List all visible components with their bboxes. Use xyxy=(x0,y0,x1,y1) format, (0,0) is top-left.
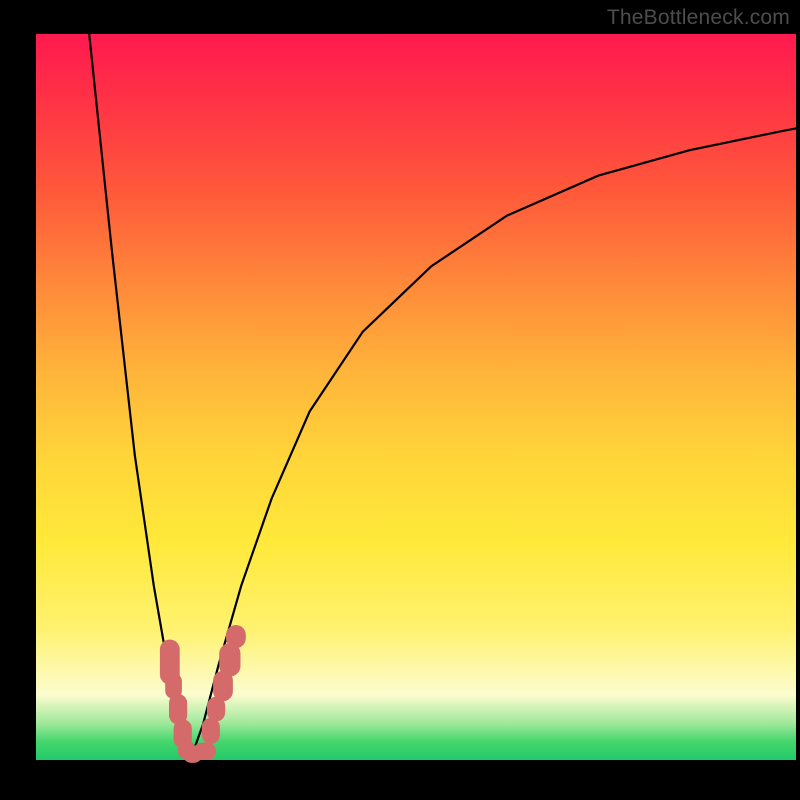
plot-area xyxy=(36,34,796,760)
marker-cluster xyxy=(160,625,246,763)
data-marker xyxy=(202,718,220,744)
data-marker xyxy=(193,743,216,760)
data-marker xyxy=(219,643,240,676)
outer-black-frame: TheBottleneck.com xyxy=(0,0,800,800)
right-curve xyxy=(190,128,796,760)
watermark-text: TheBottleneck.com xyxy=(607,6,790,30)
data-marker xyxy=(226,625,246,648)
chart-svg xyxy=(36,34,796,760)
